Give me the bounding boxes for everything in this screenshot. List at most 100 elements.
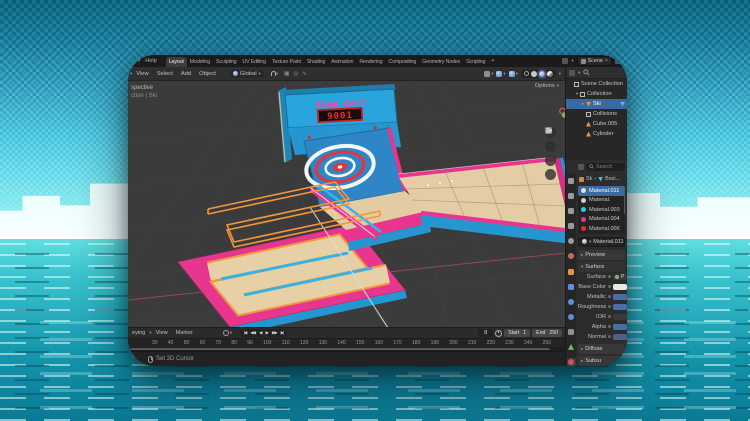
shading-rendered-button[interactable] <box>547 71 553 77</box>
frame-start-field[interactable]: Start 1 <box>504 329 530 337</box>
property-widget[interactable] <box>613 304 627 310</box>
pan-tool-button[interactable] <box>545 141 556 152</box>
current-frame-field[interactable]: 8 <box>478 329 493 337</box>
preview-panel-header[interactable]: ▸ Preview <box>578 250 625 260</box>
viewlayer-icon-fragment[interactable] <box>615 58 621 64</box>
gizmo-toggle[interactable]: ▾ <box>484 71 493 77</box>
timeline-marker-menu[interactable]: Marker <box>172 330 197 336</box>
diffuse-panel-header[interactable]: ▸ Diffuse <box>578 344 625 354</box>
animate-decorator[interactable] <box>608 305 611 308</box>
properties-tab[interactable] <box>567 222 576 230</box>
transform-orientation-dropdown[interactable]: Global ▾ <box>230 70 264 78</box>
frame-end-field[interactable]: End 250 <box>532 329 562 337</box>
animate-decorator[interactable] <box>608 325 611 328</box>
animate-decorator[interactable] <box>608 285 611 288</box>
3d-viewport[interactable]: Skee Golf 9001 <box>128 81 565 327</box>
scene-selector[interactable]: Scene × <box>577 56 612 66</box>
properties-tab[interactable] <box>567 237 576 245</box>
workspace-tab[interactable]: Animation <box>328 57 356 67</box>
shading-dropdown-icon[interactable]: ▾ <box>559 71 561 77</box>
expand-icon[interactable]: ▸ <box>580 101 586 107</box>
workspace-tab[interactable]: Shading <box>304 57 328 67</box>
select-menu[interactable]: Select <box>153 71 177 77</box>
outliner-display-mode-icon[interactable] <box>569 70 575 76</box>
property-widget[interactable] <box>613 334 627 340</box>
workspace-tab[interactable]: Scripting <box>463 57 488 67</box>
property-widget[interactable] <box>613 324 627 330</box>
workspace-tab[interactable]: Rendering <box>356 57 385 67</box>
options-dropdown[interactable]: Options ▾ <box>535 83 559 89</box>
scene-unlink-icon[interactable]: × <box>605 58 608 64</box>
timeline-ruler[interactable]: 3040506070809010011012013014015016017018… <box>128 338 565 347</box>
properties-tab[interactable] <box>567 252 576 260</box>
outliner-row[interactable]: Cylinder <box>566 129 627 139</box>
property-widget[interactable] <box>613 284 627 290</box>
outliner-row[interactable]: Scene Collection <box>566 79 627 89</box>
animate-decorator[interactable] <box>608 275 611 278</box>
shading-wireframe-button[interactable] <box>524 71 529 76</box>
properties-tab[interactable] <box>567 267 576 275</box>
auto-keyframe-toggle[interactable]: ▾ <box>223 330 232 336</box>
properties-tab[interactable] <box>567 328 576 336</box>
properties-tab[interactable] <box>567 177 576 185</box>
shading-material-button[interactable] <box>539 71 545 77</box>
timeline-view-menu[interactable]: View <box>152 330 172 336</box>
material-slot[interactable]: Material.011 <box>578 186 625 196</box>
properties-tab[interactable] <box>567 192 576 200</box>
timecode-icon[interactable] <box>495 330 502 337</box>
outliner-row[interactable]: ▾ Collection <box>566 89 627 99</box>
view-menu[interactable]: View <box>132 71 152 77</box>
properties-tab[interactable] <box>567 358 576 366</box>
outliner-row[interactable]: Cube.005 <box>566 119 627 129</box>
playback-button[interactable]: ◀◀ <box>249 329 257 337</box>
animate-decorator[interactable] <box>608 295 611 298</box>
scene-browse-icon[interactable] <box>562 58 568 64</box>
workspace-tab[interactable]: Texture Paint <box>269 57 304 67</box>
camera-view-button[interactable] <box>545 155 556 166</box>
properties-tab[interactable] <box>567 207 576 215</box>
property-widget[interactable] <box>613 294 627 300</box>
animate-decorator[interactable] <box>608 315 611 318</box>
surface-panel-header[interactable]: ▾ Surface <box>578 262 625 272</box>
animate-decorator[interactable] <box>608 335 611 338</box>
workspace-tab[interactable]: Layout <box>166 57 187 67</box>
slot-list-scrollbar[interactable] <box>624 188 626 214</box>
proportional-edit-icons[interactable]: ▦◎∿ <box>284 71 307 77</box>
material-id-field[interactable]: ▾ Material.011 <box>578 237 625 247</box>
object-menu[interactable]: Object <box>195 71 220 77</box>
scrollbar-thumb[interactable] <box>130 348 550 350</box>
playback-button[interactable]: ▶ <box>264 329 269 337</box>
workspace-tab[interactable]: Modeling <box>187 57 213 67</box>
outliner-row[interactable]: ▸ Ski <box>566 99 627 109</box>
properties-tab[interactable] <box>567 298 576 306</box>
workspace-tab[interactable]: Compositing <box>385 57 419 67</box>
breadcrumb-object[interactable]: Sk <box>586 176 592 182</box>
property-widget[interactable] <box>613 314 627 320</box>
material-slot[interactable]: Material.004 <box>578 215 625 225</box>
material-slot[interactable]: Material.003 <box>578 205 625 215</box>
properties-tab[interactable] <box>567 283 576 291</box>
shading-solid-button[interactable] <box>531 71 537 77</box>
overlays-toggle[interactable]: ▾ <box>496 71 505 77</box>
xray-toggle[interactable]: ▾ <box>509 71 518 77</box>
property-widget[interactable]: P <box>613 274 627 280</box>
workspace-tab[interactable]: Sculpting <box>213 57 239 67</box>
playback-button[interactable]: ▶▶ <box>270 329 278 337</box>
scene-dropdown-icon[interactable]: ▾ <box>571 58 573 64</box>
properties-tab[interactable] <box>567 343 576 351</box>
properties-tab[interactable] <box>567 313 576 321</box>
material-slot[interactable]: Material.006 <box>578 224 625 234</box>
subsurface-panel-header[interactable]: ▸ Subsu <box>578 356 625 366</box>
help-menu[interactable]: Help <box>140 58 162 64</box>
outliner-search-icon[interactable] <box>583 69 590 76</box>
material-slot[interactable]: Material. <box>578 196 625 206</box>
ortho-toggle-button[interactable] <box>545 169 556 180</box>
workspace-tab[interactable]: Geometry Nodes <box>419 57 463 67</box>
playback-button[interactable]: |◀ <box>242 329 248 337</box>
add-workspace-button[interactable]: + <box>488 58 497 64</box>
breadcrumb-data[interactable]: Bezi... <box>605 176 620 182</box>
snap-dropdown-icon[interactable]: ▾ <box>276 71 278 77</box>
properties-search[interactable]: Search <box>586 163 625 171</box>
add-menu[interactable]: Add <box>177 71 195 77</box>
workspace-tab[interactable]: UV Editing <box>239 57 268 67</box>
